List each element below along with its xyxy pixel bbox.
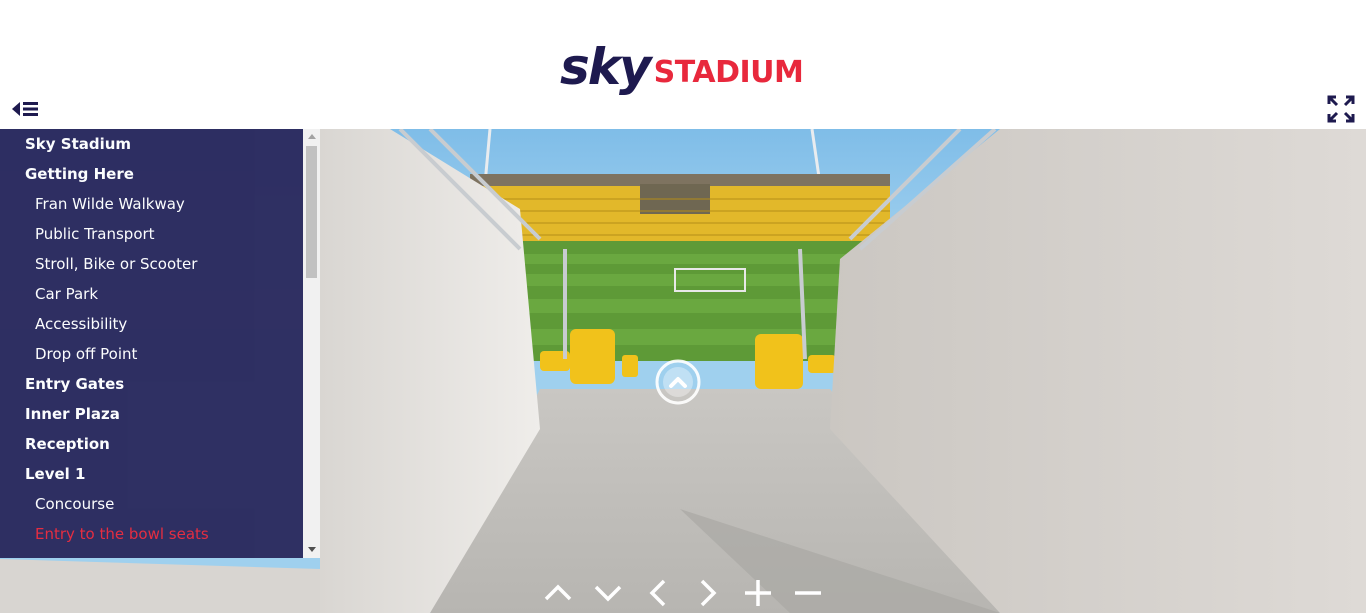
- pan-down-button[interactable]: [590, 575, 626, 611]
- logo-sky-text: sky: [560, 38, 652, 96]
- fullscreen-icon: [1327, 95, 1355, 123]
- sidebar-item[interactable]: Getting Here: [0, 159, 303, 189]
- sidebar-item[interactable]: Stroll, Bike or Scooter: [0, 249, 303, 279]
- sidebar-item[interactable]: Entry to the bowl seats: [0, 519, 303, 549]
- navigation-hotspot[interactable]: [654, 358, 702, 406]
- arrow-left-icon: [649, 579, 666, 607]
- viewer-controls: [540, 575, 826, 611]
- arrow-right-icon: [700, 579, 717, 607]
- sidebar-item[interactable]: Fran Wilde Walkway: [0, 189, 303, 219]
- sidebar-item[interactable]: Level 1: [0, 459, 303, 489]
- fullscreen-button[interactable]: [1326, 94, 1356, 124]
- sidebar-item[interactable]: Accessibility: [0, 309, 303, 339]
- menu-toggle-button[interactable]: [10, 98, 40, 120]
- menu-collapse-icon: [12, 102, 38, 116]
- scroll-thumb[interactable]: [306, 146, 317, 278]
- scroll-down-icon[interactable]: [308, 547, 316, 552]
- sidebar-item[interactable]: Entry Gates: [0, 369, 303, 399]
- sidebar-item[interactable]: Concourse: [0, 489, 303, 519]
- sidebar-item[interactable]: Sky Stadium: [0, 129, 303, 159]
- pan-up-button[interactable]: [540, 575, 576, 611]
- scroll-up-icon[interactable]: [308, 134, 316, 139]
- zoom-out-icon: [795, 591, 821, 595]
- logo-stadium-text: STADIUM: [653, 55, 804, 90]
- header: sky STADIUM: [0, 0, 1366, 129]
- sidebar-item[interactable]: Drop off Point: [0, 339, 303, 369]
- arrow-down-icon: [594, 585, 622, 602]
- sidebar: Sky Stadium Getting Here Fran Wilde Walkwa…: [0, 129, 320, 558]
- pan-left-button[interactable]: [640, 575, 676, 611]
- sidebar-item[interactable]: Car Park: [0, 279, 303, 309]
- sidebar-menu: Sky Stadium Getting Here Fran Wilde Walkwa…: [0, 129, 303, 558]
- zoom-in-icon: [745, 580, 771, 606]
- zoom-out-button[interactable]: [790, 575, 826, 611]
- chevron-up-icon: [655, 359, 701, 405]
- zoom-in-button[interactable]: [740, 575, 776, 611]
- sidebar-item[interactable]: Public Transport: [0, 219, 303, 249]
- sky-stadium-logo[interactable]: sky STADIUM: [560, 30, 804, 96]
- sidebar-item[interactable]: Inner Plaza: [0, 399, 303, 429]
- pan-right-button[interactable]: [690, 575, 726, 611]
- sidebar-scrollbar[interactable]: [303, 129, 320, 558]
- arrow-up-icon: [544, 584, 572, 601]
- sidebar-item[interactable]: Reception: [0, 429, 303, 459]
